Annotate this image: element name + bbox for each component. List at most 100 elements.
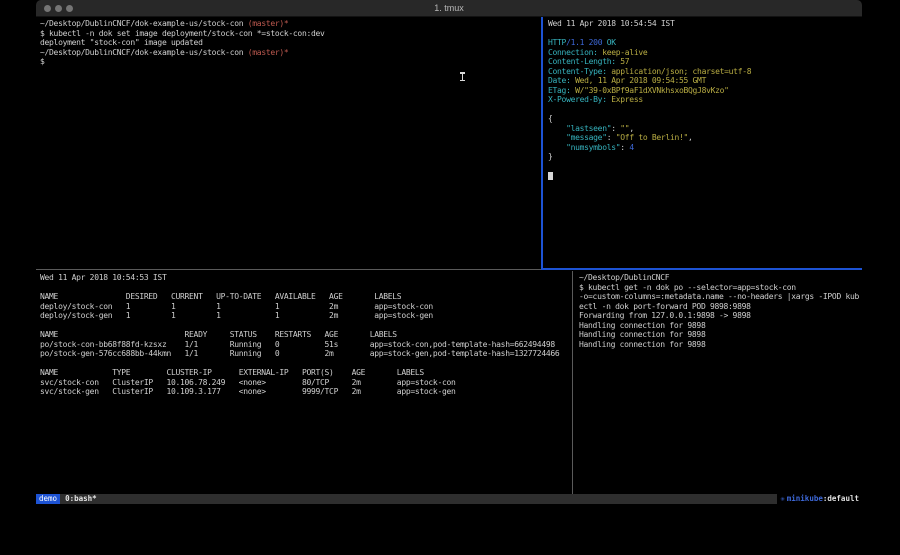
terminal-line: NAME READY STATUS RESTARTS AGE LABELS xyxy=(40,330,567,340)
zoom-button[interactable] xyxy=(66,5,73,12)
terminal-line xyxy=(40,359,567,369)
terminal-text: OK xyxy=(602,38,616,47)
terminal-text: "numsymbols" xyxy=(548,143,620,152)
terminal-line: ~/Desktop/DublinCNCF/dok-example-us/stoc… xyxy=(40,48,536,58)
terminal-text: ectl -n dok port-forward POD 9898:9898 xyxy=(579,302,751,311)
terminal-text: $ kubectl -n dok set image deployment/st… xyxy=(40,29,325,38)
terminal-line: Wed 11 Apr 2018 10:54:54 IST xyxy=(548,19,858,29)
terminal-text: NAME READY STATUS RESTARTS AGE LABELS xyxy=(40,330,397,339)
status-left-segment: demo 0:bash* xyxy=(36,494,97,504)
terminal-line: } xyxy=(548,152,858,162)
terminal-text: deploy/stock-gen 1 1 1 1 2m app=stock-ge… xyxy=(40,311,433,320)
terminal-text: deployment "stock-con" image updated xyxy=(40,38,203,47)
pane-border-horizontal-active xyxy=(541,268,862,270)
pane-border-vertical-active xyxy=(541,17,543,269)
terminal-line xyxy=(548,171,858,181)
terminal-line: deploy/stock-gen 1 1 1 1 2m app=stock-ge… xyxy=(40,311,567,321)
terminal-line: Wed 11 Apr 2018 10:54:53 IST xyxy=(40,273,567,283)
text-cursor xyxy=(548,172,553,180)
terminal-text: -o=custom-columns=:metadata.name --no-he… xyxy=(579,292,791,302)
terminal-line xyxy=(40,321,567,331)
terminal-text: application/json; charset=utf-8 xyxy=(607,67,752,76)
terminal-text: svc/stock-gen ClusterIP 10.109.3.177 <no… xyxy=(40,387,456,396)
mouse-pointer-ibeam-icon xyxy=(460,72,465,81)
status-right-segment: ✳ minikube :default xyxy=(777,494,862,504)
terminal-line: svc/stock-gen ClusterIP 10.109.3.177 <no… xyxy=(40,387,567,397)
terminal-text: Connection: xyxy=(548,48,598,57)
pane-port-forward-output[interactable]: ~/Desktop/DublinCNCF$ kubectl get -n dok… xyxy=(575,271,862,494)
terminal-text: po/stock-gen-576cc688bb-44kmn 1/1 Runnin… xyxy=(40,349,559,358)
session-name-badge[interactable]: demo xyxy=(36,494,60,504)
terminal-text: ~/Desktop/DublinCNCF/dok-example-us/stoc… xyxy=(40,48,248,57)
terminal-line: $ xyxy=(40,57,536,67)
traffic-lights xyxy=(44,0,73,16)
terminal-line: NAME DESIRED CURRENT UP-TO-DATE AVAILABL… xyxy=(40,292,567,302)
terminal-line: svc/stock-con ClusterIP 10.106.78.249 <n… xyxy=(40,378,567,388)
terminal-line: NAME TYPE CLUSTER-IP EXTERNAL-IP PORT(S)… xyxy=(40,368,567,378)
terminal-line: Handling connection for 9898 xyxy=(579,330,858,340)
terminal-line: Handling connection for 9898 xyxy=(579,340,858,350)
terminal-line: HTTP/1.1 200 OK xyxy=(548,38,858,48)
terminal-line: Forwarding from 127.0.0.1:9898 -> 9898 xyxy=(579,311,858,321)
terminal-text: keep-alive xyxy=(598,48,648,57)
terminal-line: $ kubectl -n dok set image deployment/st… xyxy=(40,29,536,39)
terminal-text: $ kubectl get -n dok po --selector=app=s… xyxy=(579,283,796,292)
terminal-line: "message": "Off to Berlin!", xyxy=(548,133,858,143)
pane-border-vertical xyxy=(572,271,573,494)
terminal-text: Content-Length: xyxy=(548,57,616,66)
terminal-text: NAME TYPE CLUSTER-IP EXTERNAL-IP PORT(S)… xyxy=(40,368,424,377)
terminal-text: ~/Desktop/DublinCNCF/dok-example-us/stoc… xyxy=(40,19,248,28)
terminal-line: Connection: keep-alive xyxy=(548,48,858,58)
kubernetes-helm-icon: ✳ xyxy=(780,494,785,504)
terminal-line: Content-Type: application/json; charset=… xyxy=(548,67,858,77)
tmux-session-area: ~/Desktop/DublinCNCF/dok-example-us/stoc… xyxy=(36,17,862,494)
terminal-text: svc/stock-con ClusterIP 10.106.78.249 <n… xyxy=(40,378,456,387)
terminal-line: Date: Wed, 11 Apr 2018 09:54:55 GMT xyxy=(548,76,858,86)
terminal-text: , xyxy=(629,124,634,133)
terminal-text: po/stock-con-bb68f88fd-kzsxz 1/1 Running… xyxy=(40,340,555,349)
terminal-line: deployment "stock-con" image updated xyxy=(40,38,536,48)
terminal-text: : xyxy=(607,133,616,142)
terminal-text: "message" xyxy=(548,133,607,142)
close-button[interactable] xyxy=(44,5,51,12)
tmux-status-bar: demo 0:bash* ✳ minikube :default xyxy=(36,494,862,504)
terminal-text: ~/Desktop/DublinCNCF xyxy=(579,273,669,282)
terminal-line: -o=custom-columns=:metadata.name --no-he… xyxy=(579,292,858,302)
terminal-line: Handling connection for 9898 xyxy=(579,321,858,331)
terminal-line: "lastseen": "", xyxy=(548,124,858,134)
terminal-line: Content-Length: 57 xyxy=(548,57,858,67)
terminal-text: : xyxy=(611,124,620,133)
pane-http-response[interactable]: Wed 11 Apr 2018 10:54:54 IST HTTP/1.1 20… xyxy=(544,17,862,267)
kube-namespace-label: :default xyxy=(823,494,859,504)
terminal-text: $ xyxy=(40,57,45,66)
terminal-text: , xyxy=(688,133,693,142)
terminal-line: ectl -n dok port-forward POD 9898:9898 xyxy=(579,302,858,312)
terminal-line xyxy=(548,105,858,115)
window-title: 1. tmux xyxy=(36,3,862,13)
pane-kubectl-get-output[interactable]: Wed 11 Apr 2018 10:54:53 IST NAME DESIRE… xyxy=(36,271,571,494)
pane-border-horizontal xyxy=(36,269,541,270)
terminal-text: (master)* xyxy=(248,48,289,57)
terminal-text: W/"39-0xBPf9aF1dXVNkhsxoBQgJ8vKzo" xyxy=(571,86,729,95)
terminal-text: Handling connection for 9898 xyxy=(579,330,705,339)
terminal-text: xargs -IPOD kub xyxy=(791,292,859,302)
terminal-text: 57 xyxy=(616,57,630,66)
terminal-text: Express xyxy=(607,95,643,104)
terminal-text: deploy/stock-con 1 1 1 1 2m app=stock-co… xyxy=(40,302,433,311)
terminal-line: deploy/stock-con 1 1 1 1 2m app=stock-co… xyxy=(40,302,567,312)
window-titlebar: 1. tmux xyxy=(36,0,862,17)
minimize-button[interactable] xyxy=(55,5,62,12)
terminal-text: /1.1 200 xyxy=(566,38,602,47)
terminal-text: } xyxy=(548,152,553,161)
status-window-name[interactable]: 0:bash* xyxy=(65,494,97,504)
terminal-text: : xyxy=(620,143,629,152)
pane-shell-top-left[interactable]: ~/Desktop/DublinCNCF/dok-example-us/stoc… xyxy=(36,17,540,267)
kube-context-label: minikube xyxy=(787,494,823,504)
terminal-line: ~/Desktop/DublinCNCF xyxy=(579,273,858,283)
terminal-text: Date: xyxy=(548,76,571,85)
terminal-line: X-Powered-By: Express xyxy=(548,95,858,105)
terminal-line: { xyxy=(548,114,858,124)
terminal-text: Wed, 11 Apr 2018 09:54:55 GMT xyxy=(571,76,707,85)
terminal-text: "Off to Berlin!" xyxy=(616,133,688,142)
terminal-text: X-Powered-By: xyxy=(548,95,607,104)
